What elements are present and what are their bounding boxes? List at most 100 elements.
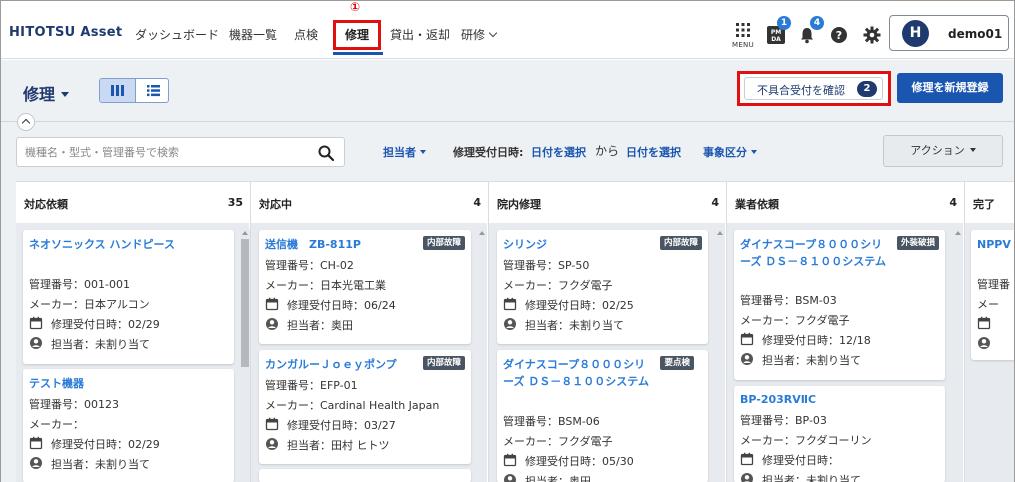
card-maker: メーカー： — [29, 418, 84, 431]
card-title[interactable]: ダイナスコープ８０００シリーズ ＤＳ－８１００システム — [740, 236, 890, 270]
card-maker: メーカー：Cardinal Health Japan — [265, 399, 440, 412]
column-count: 4 — [711, 196, 719, 209]
column-scrollbar[interactable] — [477, 229, 487, 482]
column-count: 4 — [473, 196, 481, 209]
card-assignee: 担当者：未割り当て — [762, 354, 861, 367]
calendar-icon — [740, 332, 754, 346]
user-icon — [30, 337, 42, 349]
nav-training[interactable]: 研修 — [461, 26, 498, 43]
card-maker: メーカー：日本光電工業 — [265, 279, 386, 292]
calendar-icon — [29, 436, 43, 450]
help-icon[interactable]: ? — [830, 26, 848, 44]
card-title[interactable]: テスト機器 — [29, 375, 84, 392]
card-management-number: 管理番 — [977, 278, 1010, 291]
app-logo[interactable]: HITOTSU Asset — [9, 25, 122, 40]
nav-inspection[interactable]: 点検 — [294, 26, 318, 43]
nav-equipment-list[interactable]: 機器一覧 — [229, 26, 277, 43]
repair-card[interactable]: 送信機 ZB-811P 内部故障 管理番号：CH-02 メーカー：日本光電工業 … — [259, 230, 471, 344]
repair-card[interactable]: BP-203RVⅡC 管理番号：BP-03 メーカー：フクダコーリン 修理受付日… — [734, 386, 945, 482]
calendar-icon — [977, 316, 991, 330]
event-category-tag: 内部故障 — [422, 356, 465, 370]
card-title[interactable]: BP-203RVⅡC — [740, 391, 816, 408]
column-title: 院内修理 — [497, 198, 541, 211]
new-repair-button[interactable]: 修理を新規登録 — [897, 73, 1003, 103]
calendar-icon — [740, 452, 754, 466]
nav-repair-label: 修理 — [344, 28, 369, 42]
repair-card[interactable]: ダイナスコープ８０００シリーズ ＤＳ－８１００システム 要点検 管理番号：BSM… — [497, 350, 708, 482]
column-scrollbar[interactable] — [240, 229, 250, 482]
notification-badge: 4 — [810, 16, 824, 30]
card-assignee: 担当者：奥田 — [287, 319, 353, 332]
gear-icon[interactable] — [863, 26, 881, 44]
scroll-thumb[interactable] — [241, 239, 249, 367]
repair-card[interactable]: ネオソニックス ハンドピース 管理番号：001-001 メーカー：日本アルコン … — [23, 230, 234, 364]
kanban-view-button[interactable] — [100, 79, 135, 102]
category-filter[interactable]: 事象区分 — [703, 144, 757, 160]
pmda-badge: 1 — [777, 16, 791, 30]
grid-menu-icon[interactable] — [735, 22, 751, 38]
list-view-button[interactable] — [135, 79, 168, 102]
menu-label: MENU — [732, 41, 755, 49]
nav-dashboard[interactable]: ダッシュボード — [135, 26, 219, 43]
caret-down-icon — [751, 150, 757, 154]
card-title[interactable]: シリンジ — [503, 236, 547, 253]
scroll-up-icon — [717, 231, 723, 235]
card-received-date: 修理受付日時：05/30 — [525, 455, 634, 468]
card-assignee: 担当者：未割り当て — [51, 338, 150, 351]
user-menu[interactable]: H demo01 — [889, 15, 1009, 51]
defect-count-badge: 2 — [857, 81, 877, 97]
search-icon[interactable] — [317, 144, 335, 162]
card-maker: メーカー：フクダコーリン — [740, 434, 872, 447]
svg-text:PM: PM — [771, 29, 781, 36]
card-title[interactable]: 送信機 ZB-811P — [265, 236, 361, 253]
date-from-picker[interactable]: 日付を選択 — [531, 144, 586, 160]
card-received-date: 修理受付日時：06/24 — [287, 299, 396, 312]
repair-card[interactable]: ダイナスコープ８０００シリーズ ＤＳ－８１００システム 外装破損 管理番号：BS… — [734, 230, 945, 380]
user-icon — [266, 318, 278, 330]
assignee-filter[interactable]: 担当者 — [383, 144, 426, 160]
search-input[interactable] — [25, 143, 305, 161]
list-icon — [147, 85, 160, 97]
card-maker: メー — [977, 298, 999, 311]
nav-repair[interactable]: 修理 — [333, 20, 381, 50]
column-header-vendor: 業者依頼 4 — [727, 182, 963, 222]
date-filter-label: 修理受付日時: — [453, 146, 524, 159]
card-title[interactable]: カンガルーＪｏｅｙポンプ — [265, 356, 397, 373]
card-management-number: 管理番号：001-001 — [29, 278, 130, 291]
action-dropdown[interactable]: アクション — [883, 135, 1003, 167]
app-header: HITOTSU Asset ダッシュボード 機器一覧 点検 ① 修理 貸出・返却… — [1, 0, 1014, 59]
repair-card[interactable] — [259, 469, 471, 482]
avatar: H — [902, 20, 929, 47]
date-to-picker[interactable]: 日付を選択 — [626, 144, 681, 160]
date-range-separator: から — [595, 144, 620, 158]
repair-card[interactable]: テスト機器 管理番号：00123 メーカー： 修理受付日時：02/29 担当者：… — [23, 369, 234, 482]
scroll-up-icon — [955, 231, 961, 235]
page-title[interactable]: 修理 — [23, 81, 70, 105]
card-title[interactable]: ネオソニックス ハンドピース — [29, 236, 179, 253]
card-title[interactable]: ダイナスコープ８０００シリーズ ＤＳ－８１００システム — [503, 356, 653, 390]
column-scrollbar[interactable] — [953, 229, 963, 482]
caret-down-icon — [61, 92, 70, 97]
view-toggle — [99, 78, 169, 103]
card-assignee: 担当者：未割り当て — [51, 458, 150, 471]
event-category-tag: 外装破損 — [896, 236, 939, 250]
calendar-icon — [29, 316, 43, 330]
collapse-filters-button[interactable] — [17, 113, 35, 131]
column-scrollbar[interactable] — [715, 229, 725, 482]
card-maker: メーカー：フクダ電子 — [503, 435, 613, 448]
repair-card[interactable]: NPPV クシ 管理番 メー — [971, 230, 1014, 360]
nav-lending-return[interactable]: 貸出・返却 — [390, 26, 450, 43]
scroll-up-icon — [479, 231, 485, 235]
svg-text:DA: DA — [771, 36, 781, 43]
card-management-number: 管理番号：BSM-03 — [740, 294, 837, 307]
card-maker: メーカー：フクダ電子 — [740, 314, 850, 327]
check-defect-reports-button[interactable]: 不具合受付を確認 2 — [744, 77, 883, 100]
repair-card[interactable]: カンガルーＪｏｅｙポンプ 内部故障 管理番号：EFP-01 メーカー：Cardi… — [259, 350, 471, 464]
card-title[interactable]: NPPV クシ — [977, 236, 1014, 253]
repair-card[interactable]: シリンジ 内部故障 管理番号：SP-50 メーカー：フクダ電子 修理受付日時：0… — [497, 230, 708, 344]
card-assignee: 担当者：奥田 — [525, 475, 591, 482]
calendar-icon — [503, 297, 517, 311]
event-category-tag: 内部故障 — [659, 236, 702, 250]
column-title: 業者依頼 — [735, 198, 779, 211]
column-title: 対応依頼 — [24, 198, 68, 211]
